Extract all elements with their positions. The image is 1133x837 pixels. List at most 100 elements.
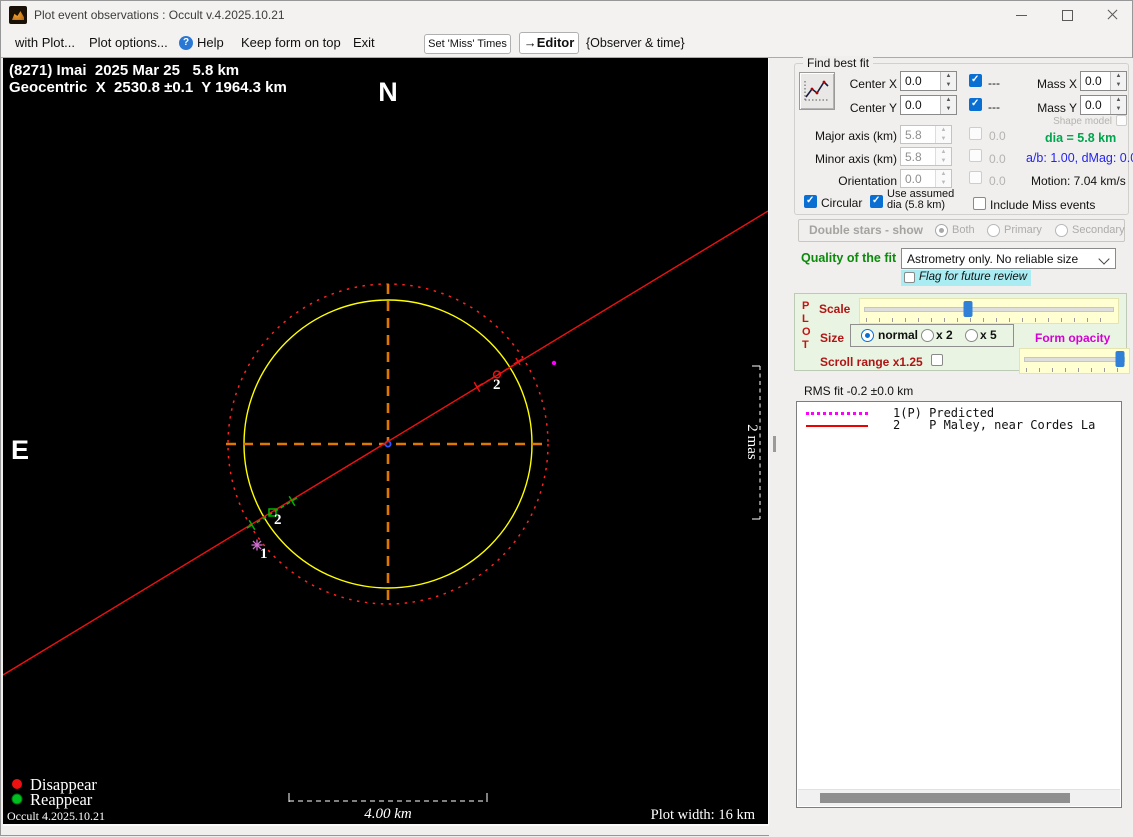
shape-model-label: Shape model <box>1053 116 1112 127</box>
quality-of-fit-value: Astrometry only. No reliable size <box>907 252 1079 266</box>
scale-bar-label: 4.00 km <box>364 806 412 822</box>
mass-x-label: Mass X <box>1036 77 1077 91</box>
minimize-button[interactable] <box>999 1 1044 29</box>
chevron-down-icon <box>1098 253 1110 265</box>
use-assumed-label-2: dia (5.8 km) <box>887 199 946 211</box>
help-icon[interactable]: ? <box>179 36 193 50</box>
editor-button[interactable]: →Editor <box>519 32 579 54</box>
rms-fit-label: RMS fit -0.2 ±0.0 km <box>804 384 914 398</box>
form-opacity-slider-thumb[interactable] <box>1115 351 1125 367</box>
scale-bar <box>288 793 488 802</box>
app-window: Plot event observations : Occult v.4.202… <box>0 0 1133 837</box>
minor-axis-label: Minor axis (km) <box>814 152 897 166</box>
double-stars-label: Double stars - show <box>809 223 924 237</box>
predicted-point-dot <box>551 360 557 366</box>
size-normal-label: normal <box>878 328 919 342</box>
compass-east-label: E <box>11 435 29 465</box>
orientation-fit-checkbox <box>969 171 982 184</box>
close-button[interactable] <box>1090 1 1133 29</box>
minimize-icon <box>1016 15 1027 16</box>
circular-label: Circular <box>821 196 863 210</box>
maximize-icon <box>1062 10 1073 21</box>
shape-model-checkbox[interactable] <box>1116 115 1127 126</box>
quality-of-fit-label: Quality of the fit <box>801 251 897 265</box>
include-miss-checkbox[interactable] <box>973 197 986 210</box>
center-y-spinner[interactable]: ▲ ▼ <box>940 96 956 114</box>
double-stars-primary-label: Primary <box>1004 224 1042 236</box>
scroll-range-label: Scroll range x1.25 <box>820 355 923 369</box>
scale-slider[interactable] <box>859 298 1119 324</box>
minor-axis-fit-checkbox <box>969 149 982 162</box>
size-radio-group: normal x 2 x 5 <box>850 324 1014 347</box>
chord-2-line-swatch <box>806 425 868 427</box>
dia-value: dia = 5.8 km <box>1045 131 1117 145</box>
major-axis-label: Major axis (km) <box>814 129 897 143</box>
find-best-fit-group: Find best fit Center X 0.0 ▲▼ --- Mass X… <box>794 56 1133 215</box>
center-x-input[interactable]: 0.0 ▲ ▼ <box>900 71 957 91</box>
menu-keep-on-top[interactable]: Keep form on top <box>241 29 341 57</box>
motion-value: Motion: 7.04 km/s <box>1031 174 1126 188</box>
size-x2-label: x 2 <box>936 328 953 342</box>
flag-review-checkbox[interactable] <box>904 272 915 283</box>
double-stars-primary-radio <box>987 224 1000 237</box>
center-y-checkbox[interactable] <box>969 98 982 111</box>
set-miss-times-button[interactable]: Set 'Miss' Times <box>424 34 511 54</box>
center-x-spinner[interactable]: ▲ ▼ <box>940 72 956 90</box>
size-x2-radio[interactable] <box>921 329 934 342</box>
find-best-fit-title: Find best fit <box>803 56 874 70</box>
chord-2-reappear-label: 2 <box>274 512 282 528</box>
mass-x-input[interactable]: 0.0 ▲ ▼ <box>1080 71 1127 91</box>
menu-plot-options[interactable]: Plot options... <box>89 29 168 57</box>
control-panel: Find best fit Center X 0.0 ▲▼ --- Mass X… <box>769 56 1133 837</box>
quality-of-fit-dropdown[interactable]: Astrometry only. No reliable size <box>901 248 1116 269</box>
plot-letter-l: L <box>802 313 809 325</box>
minor-axis-alt: 0.0 <box>989 152 1006 166</box>
menu-help[interactable]: Help <box>197 29 224 57</box>
maximize-button[interactable] <box>1045 1 1090 29</box>
major-axis-fit-checkbox <box>969 127 982 140</box>
scale-slider-thumb[interactable] <box>963 301 973 317</box>
orientation-input: 0.0 ▲ ▼ <box>900 169 952 188</box>
chord-2-disappear-label: 2 <box>493 377 501 393</box>
splitter-grip[interactable] <box>773 436 776 452</box>
double-stars-group: Double stars - show Both Primary Seconda… <box>798 219 1125 242</box>
mass-x-spinner[interactable]: ▲ ▼ <box>1110 72 1126 90</box>
chord-list-hscrollbar[interactable] <box>798 789 1120 806</box>
plot-letter-p: P <box>802 300 810 312</box>
include-miss-label: Include Miss events <box>990 198 1096 212</box>
double-stars-secondary-radio <box>1055 224 1068 237</box>
center-y-input[interactable]: 0.0 ▲ ▼ <box>900 95 957 115</box>
use-assumed-checkbox[interactable] <box>870 195 883 208</box>
occultation-plot-canvas[interactable]: (8271) Imai 2025 Mar 25 5.8 km Geocentri… <box>3 58 770 826</box>
menu-exit[interactable]: Exit <box>353 29 375 57</box>
plot-width-label: Plot width: 16 km <box>651 807 756 823</box>
scale-label: Scale <box>819 302 851 316</box>
mass-y-label: Mass Y <box>1037 101 1077 115</box>
center-y-suffix: --- <box>988 100 1000 114</box>
scroll-range-checkbox[interactable] <box>931 354 943 366</box>
center-x-label: Center X <box>849 77 897 91</box>
mass-y-input[interactable]: 0.0 ▲ ▼ <box>1080 95 1127 115</box>
plot-version-label: Occult 4.2025.10.21 <box>7 809 105 823</box>
size-x5-radio[interactable] <box>965 329 978 342</box>
center-x-checkbox[interactable] <box>969 74 982 87</box>
ab-dmag-value: a/b: 1.00, dMag: 0.00 <box>1026 151 1133 165</box>
circular-checkbox[interactable] <box>804 195 817 208</box>
mass-y-spinner[interactable]: ▲ ▼ <box>1110 96 1126 114</box>
mas-scale-label: 2 mas <box>744 424 760 460</box>
plot-controls-panel: P L O T Scale Size normal x 2 x 5 Form o… <box>794 293 1130 374</box>
chord-1-line-swatch <box>806 412 868 415</box>
double-stars-both-label: Both <box>952 224 975 236</box>
chord-list[interactable]: 1(P) Predicted 2 P Maley, near Cordes La <box>796 401 1122 808</box>
compass-north-label: N <box>378 77 398 107</box>
chord-list-row[interactable]: 2 P Maley, near Cordes La <box>893 418 1095 432</box>
center-x-suffix: --- <box>988 76 1000 90</box>
form-opacity-slider[interactable] <box>1019 348 1130 374</box>
minor-axis-input: 5.8 ▲ ▼ <box>900 147 952 166</box>
menu-with-plot[interactable]: with Plot... <box>15 29 75 57</box>
size-label: Size <box>820 331 845 345</box>
hscrollbar-thumb[interactable] <box>820 793 1070 803</box>
legend-reappear-dot <box>11 793 23 805</box>
form-opacity-label: Form opacity <box>1035 331 1111 345</box>
size-normal-radio[interactable] <box>861 329 874 342</box>
